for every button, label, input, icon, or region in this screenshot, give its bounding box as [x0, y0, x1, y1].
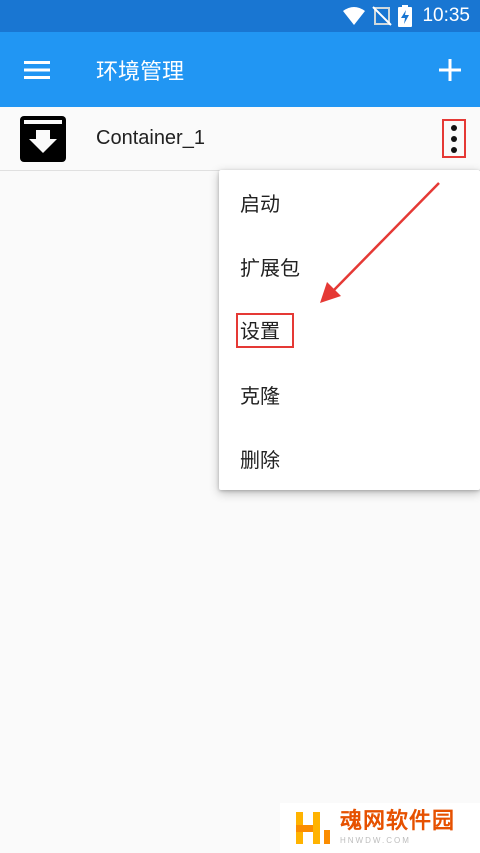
menu-item-extensions[interactable]: 扩展包 — [219, 234, 480, 298]
more-vert-icon[interactable] — [442, 119, 466, 158]
battery-charging-icon — [398, 5, 413, 27]
menu-item-label: 启动 — [240, 191, 280, 216]
container-list-item[interactable]: Container_1 — [0, 107, 480, 171]
watermark: 魂网软件园 HNWDW.COM — [280, 803, 480, 853]
watermark-text: 魂网软件园 — [340, 809, 456, 834]
menu-item-start[interactable]: 启动 — [219, 170, 480, 234]
status-time: 10:35 — [422, 5, 470, 26]
page-title: 环境管理 — [96, 59, 185, 85]
plus-icon[interactable] — [420, 32, 480, 107]
app-bar: 环境管理 — [0, 32, 480, 107]
watermark-url: HNWDW.COM — [340, 836, 411, 845]
status-bar: 10:35 — [0, 0, 480, 32]
menu-item-settings[interactable]: 设置 — [219, 298, 480, 362]
menu-item-label: 设置 — [236, 312, 294, 348]
container-name: Container_1 — [96, 127, 205, 149]
watermark-logo-icon — [292, 808, 336, 848]
menu-item-label: 扩展包 — [240, 255, 300, 280]
no-signal-icon — [372, 6, 393, 26]
popup-menu: 启动 扩展包 设置 克隆 删除 — [219, 170, 480, 490]
archive-box-icon — [18, 114, 68, 164]
menu-item-label: 克隆 — [240, 383, 280, 408]
wifi-icon — [342, 6, 366, 26]
hamburger-menu-icon[interactable] — [0, 32, 74, 107]
menu-item-delete[interactable]: 删除 — [219, 426, 480, 490]
menu-item-label: 删除 — [240, 447, 280, 472]
menu-item-clone[interactable]: 克隆 — [219, 362, 480, 426]
